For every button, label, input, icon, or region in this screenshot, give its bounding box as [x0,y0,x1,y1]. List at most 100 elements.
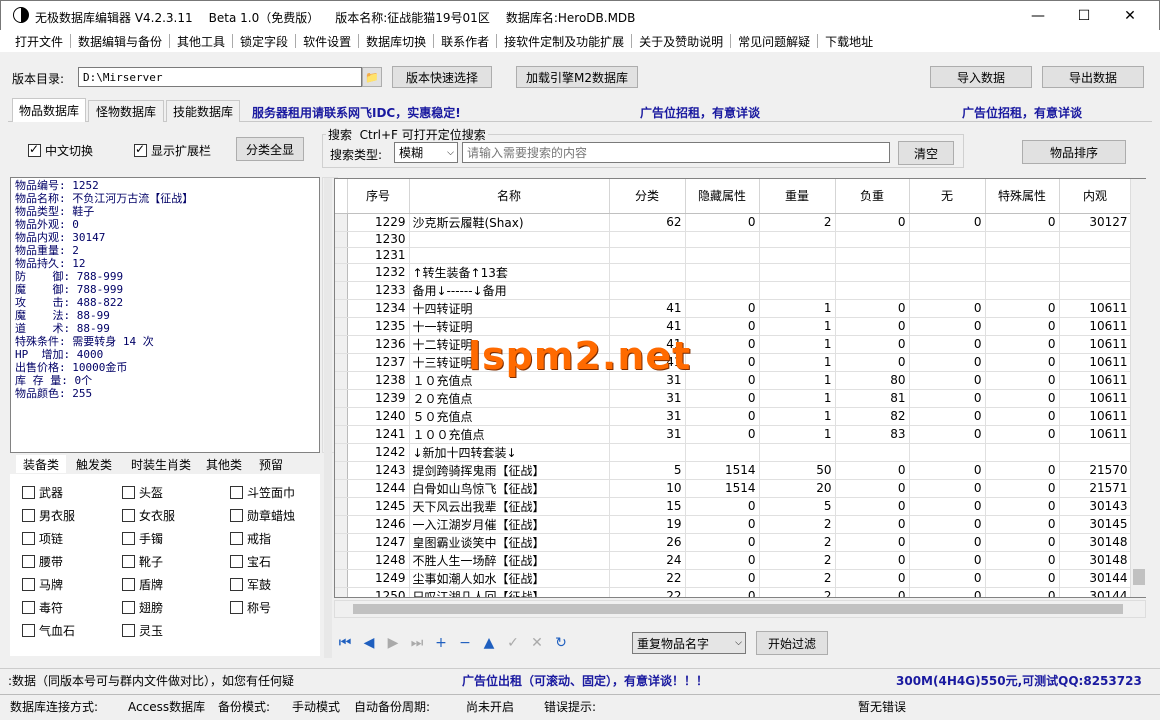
table-cell[interactable]: 0 [909,479,986,498]
grid-vertical-scrollbar[interactable] [1130,179,1146,597]
table-cell[interactable]: 皇图霸业谈笑中【征战】 [409,533,610,552]
table-cell[interactable]: 1234 [347,299,410,318]
table-row[interactable]: 1232 ↑转生装备↑13套 [335,263,1132,282]
show-ext-checkbox[interactable]: 显示扩展栏 [134,142,211,159]
table-cell[interactable]: 0 [685,407,760,426]
table-cell[interactable] [835,443,910,462]
table-cell[interactable]: 10611 [1059,353,1132,372]
folder-button[interactable]: 📁 [362,67,382,87]
table-cell[interactable]: 0 [909,389,986,408]
table-cell[interactable]: 1248 [347,551,410,570]
table-cell[interactable]: 0 [985,425,1060,444]
table-row[interactable]: 1249 尘事如潮人如水【征战】 22 0 2 0 0 0 30144 [335,569,1132,588]
table-cell[interactable]: 提剑跨骑挥鬼雨【征战】 [409,461,610,480]
category-tab[interactable]: 时装生肖类 [122,455,200,473]
delete-record-icon[interactable]: − [454,632,476,654]
category-checkbox[interactable]: 靴子 [122,553,163,570]
table-cell[interactable]: 0 [835,353,910,372]
table-cell[interactable] [985,443,1060,462]
start-filter-button[interactable]: 开始过滤 [756,631,828,655]
table-row[interactable]: 1238 １０充值点 31 0 1 80 0 0 10611 [335,371,1132,390]
table-cell[interactable]: 0 [985,317,1060,336]
table-cell[interactable]: 0 [685,515,760,534]
load-engine-button[interactable]: 加载引擎M2数据库 [516,66,638,88]
table-cell[interactable]: ↑转生装备↑13套 [409,263,610,282]
category-checkbox[interactable]: 武器 [22,484,63,501]
table-cell[interactable]: 0 [685,353,760,372]
export-button[interactable]: 导出数据 [1042,66,1144,88]
category-checkbox[interactable]: 手镯 [122,530,163,547]
category-checkbox[interactable]: 宝石 [230,553,271,570]
prev-record-icon[interactable]: ◀ [358,632,380,654]
table-row[interactable]: 1235 十一转证明 41 0 1 0 0 0 10611 [335,317,1132,336]
table-cell[interactable]: 1 [759,371,836,390]
table-cell[interactable] [1059,443,1132,462]
table-cell[interactable]: 50 [759,461,836,480]
table-cell[interactable]: 1243 [347,461,410,480]
ad-banner-2[interactable]: 广告位招租，有意详谈 [640,104,760,121]
table-cell[interactable]: 0 [685,389,760,408]
table-cell[interactable] [1059,263,1132,282]
table-cell[interactable]: 0 [909,299,986,318]
table-cell[interactable]: 十一转证明 [409,317,610,336]
table-row[interactable]: 1241 １００充值点 31 0 1 83 0 0 10611 [335,425,1132,444]
table-row[interactable]: 1231 [335,247,1132,264]
column-header[interactable]: 隐藏属性 [685,179,760,214]
first-record-icon[interactable]: ⏮ [334,632,356,654]
table-row[interactable]: 1245 天下风云出我辈【征战】 15 0 5 0 0 0 30143 [335,497,1132,516]
table-cell[interactable]: 10611 [1059,425,1132,444]
hscroll-thumb[interactable] [353,604,1123,614]
ad-banner-3[interactable]: 广告位招租，有意详谈 [962,104,1082,121]
table-cell[interactable]: 2 [759,213,836,232]
table-cell[interactable]: 30148 [1059,551,1132,570]
table-cell[interactable] [835,247,910,264]
table-cell[interactable] [985,231,1060,248]
table-cell[interactable]: 19 [609,515,686,534]
table-cell[interactable]: 31 [609,425,686,444]
table-cell[interactable] [909,281,986,300]
table-row[interactable]: 1243 提剑跨骑挥鬼雨【征战】 5 1514 50 0 0 0 21570 [335,461,1132,480]
table-cell[interactable]: ２０充值点 [409,389,610,408]
minimize-button[interactable]: — [1015,1,1061,31]
table-row[interactable]: 1248 不胜人生一场醉【征战】 24 0 2 0 0 0 30148 [335,551,1132,570]
next-record-icon[interactable]: ▶ [382,632,404,654]
table-cell[interactable]: 备用↓------↓备用 [409,281,610,300]
table-cell[interactable]: 0 [835,317,910,336]
table-cell[interactable] [985,247,1060,264]
table-cell[interactable]: 2 [759,587,836,597]
table-cell[interactable] [685,231,760,248]
table-cell[interactable]: 1 [759,425,836,444]
table-cell[interactable]: 22 [609,587,686,597]
table-row[interactable]: 1234 十四转证明 41 0 1 0 0 0 10611 [335,299,1132,318]
table-cell[interactable]: 2 [759,569,836,588]
table-cell[interactable] [985,281,1060,300]
table-cell[interactable]: 1239 [347,389,410,408]
table-cell[interactable]: 30144 [1059,587,1132,597]
category-checkbox[interactable]: 称号 [230,599,271,616]
table-cell[interactable]: 30127 [1059,213,1132,232]
table-cell[interactable] [1059,247,1132,264]
maximize-button[interactable]: ☐ [1061,1,1107,31]
table-cell[interactable]: 天下风云出我辈【征战】 [409,497,610,516]
search-type-select[interactable]: 模糊 ⌵ [394,142,458,163]
table-cell[interactable]: 0 [985,371,1060,390]
table-cell[interactable]: 10611 [1059,317,1132,336]
ad-banner-1[interactable]: 服务器租用请联系网飞IDC，实惠稳定! [252,104,461,121]
menu-item[interactable]: 锁定字段 [233,33,295,50]
category-checkbox[interactable]: 灵玉 [122,622,163,639]
table-cell[interactable]: 10611 [1059,335,1132,354]
category-checkbox[interactable]: 气血石 [22,622,75,639]
table-cell[interactable]: 0 [985,497,1060,516]
table-cell[interactable]: 1240 [347,407,410,426]
category-checkbox[interactable]: 盾牌 [122,576,163,593]
table-cell[interactable]: 1249 [347,569,410,588]
table-cell[interactable]: 1 [759,389,836,408]
category-tab[interactable]: 其他类 [200,455,248,473]
table-cell[interactable]: 81 [835,389,910,408]
table-cell[interactable]: 沙克斯云履鞋(Shax) [409,213,610,232]
table-cell[interactable]: 0 [985,587,1060,597]
table-cell[interactable]: 0 [835,587,910,597]
table-row[interactable]: 1230 [335,231,1132,248]
table-cell[interactable]: 0 [835,299,910,318]
table-cell[interactable] [609,281,686,300]
